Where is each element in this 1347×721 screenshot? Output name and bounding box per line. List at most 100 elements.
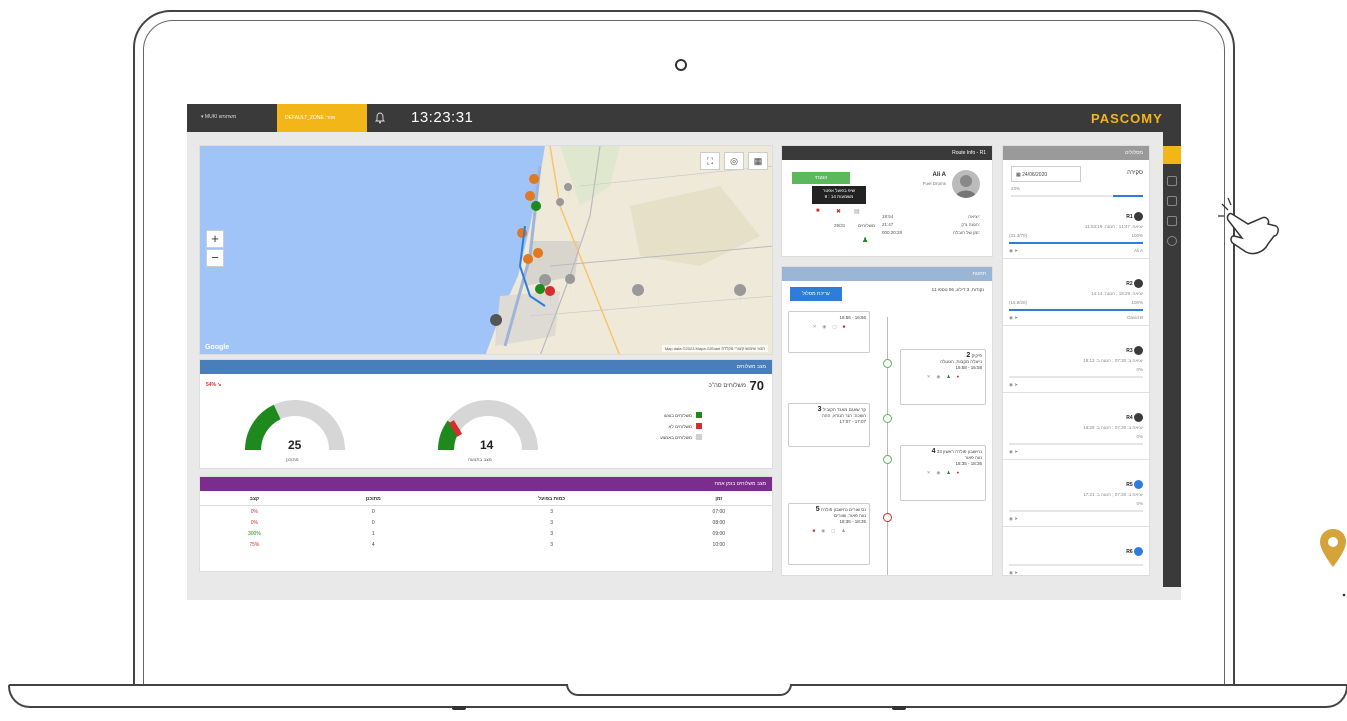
person-icon[interactable]: ♟ (841, 528, 845, 534)
route-item[interactable]: R2 יציאה: 18:29 ; הגעה: 14:14 (16.9/20) 10… (1003, 275, 1149, 326)
table-row: 75% 4 3 10:00 (200, 539, 772, 550)
route-progress-bar (1009, 376, 1143, 378)
stop-card[interactable]: 2 פיקיק נייצלה מקבות, הגעולה 16:58 - 16:… (900, 349, 986, 405)
route-actions: ◉ ➤ (1009, 248, 1018, 254)
close-icon[interactable]: ✕ (927, 470, 931, 476)
eye-icon[interactable]: ◉ (937, 374, 941, 380)
eye-icon[interactable]: ◉ (822, 324, 826, 330)
send-icon[interactable]: ➤ (1014, 449, 1018, 454)
route-id: R6 (1009, 547, 1143, 556)
route-meta: (31.3/70) 100% (1009, 233, 1143, 238)
legend-label: משלוחים לא (668, 423, 692, 429)
box-icon[interactable]: ▢ (832, 324, 836, 330)
driver-name: Ali A (932, 172, 946, 178)
stop-card[interactable]: 3 קר שאגם מאגד חקוביל השכה: הנר הנורא, ה… (788, 403, 870, 447)
truck-icon[interactable]: ■ (843, 324, 846, 330)
zone-selector[interactable]: DEFAULT_ZONE :אזור (277, 104, 367, 132)
route-progress-bar (1009, 242, 1143, 244)
person-icon: ♟ (862, 237, 869, 244)
fullscreen-button[interactable]: ⛶ (700, 152, 720, 170)
eye-icon[interactable]: ◉ (1009, 382, 1013, 387)
zoom-out-button[interactable]: − (206, 249, 224, 267)
cancel-icon[interactable]: ● (957, 374, 960, 380)
route-item[interactable]: R3 יציאה ב: 07:30 ; הגעה ב: 18:13 0% ◉ ➤ (1003, 342, 1149, 393)
eye-icon[interactable]: ◉ (1009, 449, 1013, 454)
departure-label: יציאה: (968, 214, 980, 219)
map-attribution[interactable]: Map data ©2023 Mapa GISrael תנאי שימוש ק… (661, 345, 768, 352)
tooltip-line: משמעות 14 : 9 (824, 194, 854, 199)
close-icon[interactable]: ✕ (927, 374, 931, 380)
eye-icon[interactable]: ◉ (1009, 516, 1013, 521)
eye-icon[interactable]: ◉ (1009, 248, 1013, 253)
send-icon[interactable]: ➤ (1014, 382, 1018, 387)
settings-nav-icon[interactable] (1167, 236, 1177, 246)
user-menu[interactable]: ▾ MUKI משתמש (201, 114, 236, 120)
eye-icon[interactable]: ◉ (1009, 570, 1013, 575)
close-icon[interactable]: ✕ (813, 324, 817, 330)
route-times: יציאה ב: 07:30 ; הגעה ב: 18:13 (1083, 358, 1143, 363)
truck-icon[interactable]: ■ (816, 208, 820, 214)
edit-route-button[interactable]: עריכת מסלול (790, 287, 842, 301)
legend-item: משלוחים באמצע (640, 434, 702, 440)
cancel-icon[interactable]: ● (957, 470, 960, 476)
eye-icon[interactable]: ◉ (1009, 315, 1013, 320)
route-id-text: R1 (1126, 213, 1133, 220)
route-progress-bar (1009, 443, 1143, 445)
layers-button[interactable]: ▦ (748, 152, 768, 170)
rate-cell: 0% (250, 508, 258, 515)
stop-card[interactable]: 4 33 נחישבון פולרה ראשון נווה פאור 18:35… (900, 445, 986, 501)
planned-cell: 1 (371, 530, 375, 537)
cancel-icon[interactable]: ✖ (836, 208, 841, 215)
actual-cell: 3 (550, 519, 554, 526)
zoom-in-button[interactable]: + (206, 230, 224, 248)
truck-icon[interactable]: ■ (813, 528, 816, 534)
route-percent: 0% (1136, 367, 1143, 372)
location-pin-icon (1320, 529, 1346, 597)
send-icon[interactable]: ➤ (1014, 315, 1018, 320)
actual-cell: 3 (550, 530, 554, 537)
stop-card[interactable]: 16:56 - 16:56 ✕ ◉ ▢ ■ (788, 311, 870, 353)
laptop-notch (566, 684, 792, 696)
status-legend: משלוחים בוצעו משלוחים לא משלוחים באמצע (640, 412, 702, 440)
stop-dot (883, 455, 892, 464)
stop-number: 4 (931, 448, 936, 455)
map-nav-icon[interactable] (1167, 196, 1177, 206)
send-icon[interactable]: ➤ (1014, 516, 1018, 521)
route-id-text: R4 (1126, 414, 1133, 421)
route-item[interactable]: R1 יציאה: 11:47 ; הגעה: 11:54:19 (31.3/70… (1003, 208, 1149, 259)
route-meta: 0% (1009, 367, 1143, 372)
route-driver: David B (1127, 315, 1143, 320)
route-item[interactable]: R4 יציאה ב: 07:30 ; הגעה ב: 18:28 0% ◉ ➤ (1003, 409, 1149, 460)
date-picker[interactable]: ▦ 24/06/2020 (1011, 166, 1081, 182)
route-footer: ◉ ➤ (1009, 449, 1143, 455)
gauge-in-progress-label: מצב בתנועה (468, 457, 492, 462)
eye-icon[interactable]: ◉ (821, 528, 825, 534)
stop-number: 3 (817, 406, 822, 413)
stop-card[interactable]: 5 נס שורים נחישבון פולרה נווה פאור, שוור… (788, 503, 870, 565)
locate-button[interactable]: ◎ (724, 152, 744, 170)
list-nav-icon[interactable] (1167, 176, 1177, 186)
send-icon[interactable]: ➤ (1014, 248, 1018, 253)
route-progress-fill (1009, 242, 1143, 244)
route-item[interactable]: R6 ◉ ➤ (1003, 543, 1149, 575)
routes-nav-icon[interactable] (1163, 146, 1181, 164)
percent-value: 54% (206, 382, 217, 388)
stop-dot (883, 359, 892, 368)
report-nav-icon[interactable] (1167, 216, 1177, 226)
box-icon[interactable]: ▢ (831, 528, 835, 534)
time-cell: 08:00 (712, 519, 726, 526)
actual-cell: 3 (550, 508, 554, 515)
route-item[interactable]: R5 יציאה ב: 07:30 ; הגעה ב: 17:21 0% ◉ ➤ (1003, 476, 1149, 527)
send-icon[interactable]: ➤ (1014, 570, 1018, 575)
eye-icon[interactable]: ◉ (937, 470, 941, 476)
trend-down-icon: ↘ (217, 382, 222, 388)
calendar-icon[interactable]: ▤ (854, 208, 860, 215)
route-actions: ◉ ➤ (1009, 315, 1018, 321)
column-header: קצב (200, 493, 309, 506)
bell-icon[interactable] (375, 112, 385, 124)
route-map[interactable]: ⛶ ◎ ▦ + − Google Map data ©2023 Mapa GIS… (199, 145, 773, 355)
person-icon[interactable]: ♟ (946, 470, 950, 476)
person-icon[interactable]: ♟ (946, 374, 950, 380)
date-value: 24/06/2020 (1022, 172, 1048, 178)
total-deliveries-label: משלוחים סה"כ (708, 383, 746, 389)
